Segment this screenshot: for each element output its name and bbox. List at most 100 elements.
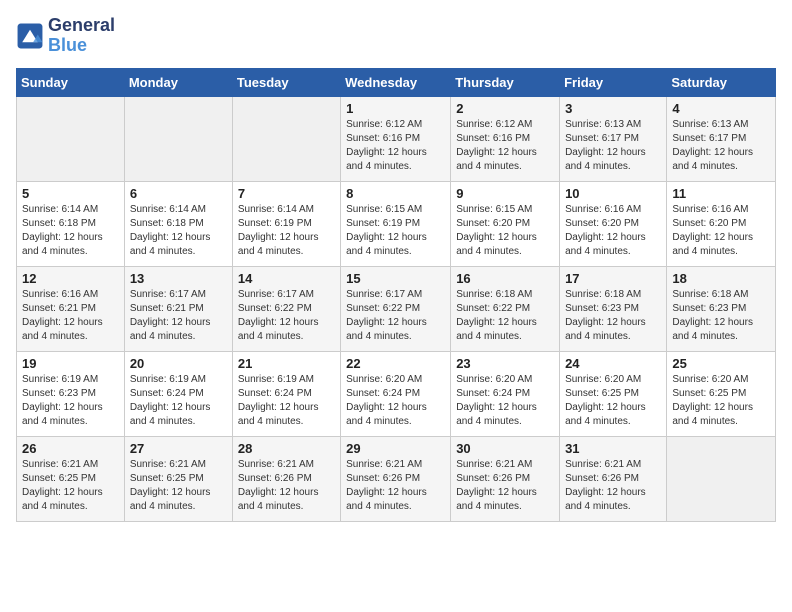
calendar-cell: 6 Sunrise: 6:14 AMSunset: 6:18 PMDaylight… [124, 181, 232, 266]
calendar-cell: 21 Sunrise: 6:19 AMSunset: 6:24 PMDayligh… [232, 351, 340, 436]
day-info: Sunrise: 6:14 AMSunset: 6:18 PMDaylight:… [22, 203, 119, 259]
day-number: 19 [22, 356, 119, 371]
calendar-cell: 4 Sunrise: 6:13 AMSunset: 6:17 PMDaylight… [667, 96, 776, 181]
day-number: 3 [565, 101, 661, 116]
day-info: Sunrise: 6:18 AMSunset: 6:23 PMDaylight:… [565, 288, 661, 344]
weekday-header: Tuesday [232, 68, 340, 96]
calendar-cell: 25 Sunrise: 6:20 AMSunset: 6:25 PMDayligh… [667, 351, 776, 436]
calendar-cell [667, 436, 776, 521]
calendar-cell: 27 Sunrise: 6:21 AMSunset: 6:25 PMDayligh… [124, 436, 232, 521]
calendar-cell: 14 Sunrise: 6:17 AMSunset: 6:22 PMDayligh… [232, 266, 340, 351]
day-info: Sunrise: 6:12 AMSunset: 6:16 PMDaylight:… [456, 118, 554, 174]
weekday-header: Saturday [667, 68, 776, 96]
calendar-cell: 30Sunrise: 6:21 AMSunset: 6:26 PMDayligh… [451, 436, 560, 521]
day-info: Sunrise: 6:19 AMSunset: 6:24 PMDaylight:… [238, 373, 335, 429]
calendar-week-row: 5 Sunrise: 6:14 AMSunset: 6:18 PMDaylight… [17, 181, 776, 266]
day-number: 12 [22, 271, 119, 286]
day-number: 11 [672, 186, 770, 201]
day-number: 28 [238, 441, 335, 456]
weekday-header-row: SundayMondayTuesdayWednesdayThursdayFrid… [17, 68, 776, 96]
day-number: 18 [672, 271, 770, 286]
day-number: 26 [22, 441, 119, 456]
weekday-header: Thursday [451, 68, 560, 96]
calendar-cell: 15Sunrise: 6:17 AMSunset: 6:22 PMDayligh… [341, 266, 451, 351]
calendar-cell: 7Sunrise: 6:14 AMSunset: 6:19 PMDaylight… [232, 181, 340, 266]
calendar-cell: 17 Sunrise: 6:18 AMSunset: 6:23 PMDayligh… [560, 266, 667, 351]
calendar-cell: 16Sunrise: 6:18 AMSunset: 6:22 PMDayligh… [451, 266, 560, 351]
day-info: Sunrise: 6:16 AMSunset: 6:20 PMDaylight:… [672, 203, 770, 259]
day-info: Sunrise: 6:17 AMSunset: 6:22 PMDaylight:… [238, 288, 335, 344]
day-info: Sunrise: 6:21 AMSunset: 6:25 PMDaylight:… [22, 458, 119, 514]
day-number: 1 [346, 101, 445, 116]
day-info: Sunrise: 6:17 AMSunset: 6:22 PMDaylight:… [346, 288, 445, 344]
day-number: 24 [565, 356, 661, 371]
day-info: Sunrise: 6:15 AMSunset: 6:19 PMDaylight:… [346, 203, 445, 259]
calendar-cell: 12 Sunrise: 6:16 AMSunset: 6:21 PMDayligh… [17, 266, 125, 351]
calendar-cell: 31Sunrise: 6:21 AMSunset: 6:26 PMDayligh… [560, 436, 667, 521]
calendar-cell [124, 96, 232, 181]
calendar-cell: 26 Sunrise: 6:21 AMSunset: 6:25 PMDayligh… [17, 436, 125, 521]
day-number: 30 [456, 441, 554, 456]
day-number: 22 [346, 356, 445, 371]
day-info: Sunrise: 6:21 AMSunset: 6:26 PMDaylight:… [346, 458, 445, 514]
day-info: Sunrise: 6:16 AMSunset: 6:21 PMDaylight:… [22, 288, 119, 344]
day-number: 20 [130, 356, 227, 371]
day-number: 4 [672, 101, 770, 116]
day-info: Sunrise: 6:20 AMSunset: 6:24 PMDaylight:… [346, 373, 445, 429]
day-info: Sunrise: 6:20 AMSunset: 6:25 PMDaylight:… [672, 373, 770, 429]
calendar-cell: 23 Sunrise: 6:20 AMSunset: 6:24 PMDayligh… [451, 351, 560, 436]
calendar-cell: 5 Sunrise: 6:14 AMSunset: 6:18 PMDaylight… [17, 181, 125, 266]
day-info: Sunrise: 6:15 AMSunset: 6:20 PMDaylight:… [456, 203, 554, 259]
day-info: Sunrise: 6:19 AMSunset: 6:24 PMDaylight:… [130, 373, 227, 429]
day-number: 16 [456, 271, 554, 286]
calendar-cell [17, 96, 125, 181]
day-number: 7 [238, 186, 335, 201]
day-info: Sunrise: 6:20 AMSunset: 6:24 PMDaylight:… [456, 373, 554, 429]
day-number: 10 [565, 186, 661, 201]
calendar-cell: 24 Sunrise: 6:20 AMSunset: 6:25 PMDayligh… [560, 351, 667, 436]
day-number: 5 [22, 186, 119, 201]
day-number: 17 [565, 271, 661, 286]
day-info: Sunrise: 6:19 AMSunset: 6:23 PMDaylight:… [22, 373, 119, 429]
day-info: Sunrise: 6:17 AMSunset: 6:21 PMDaylight:… [130, 288, 227, 344]
calendar-cell: 1 Sunrise: 6:12 AMSunset: 6:16 PMDaylight… [341, 96, 451, 181]
day-number: 8 [346, 186, 445, 201]
weekday-header: Monday [124, 68, 232, 96]
page-header: General Blue [16, 16, 776, 56]
calendar-week-row: 12 Sunrise: 6:16 AMSunset: 6:21 PMDayligh… [17, 266, 776, 351]
day-info: Sunrise: 6:13 AMSunset: 6:17 PMDaylight:… [672, 118, 770, 174]
day-number: 31 [565, 441, 661, 456]
calendar-cell: 11 Sunrise: 6:16 AMSunset: 6:20 PMDayligh… [667, 181, 776, 266]
day-info: Sunrise: 6:20 AMSunset: 6:25 PMDaylight:… [565, 373, 661, 429]
calendar-cell: 10Sunrise: 6:16 AMSunset: 6:20 PMDayligh… [560, 181, 667, 266]
day-info: Sunrise: 6:21 AMSunset: 6:25 PMDaylight:… [130, 458, 227, 514]
logo-text: General Blue [48, 16, 115, 56]
day-number: 25 [672, 356, 770, 371]
calendar-cell: 18Sunrise: 6:18 AMSunset: 6:23 PMDayligh… [667, 266, 776, 351]
calendar-cell: 28Sunrise: 6:21 AMSunset: 6:26 PMDayligh… [232, 436, 340, 521]
calendar-table: SundayMondayTuesdayWednesdayThursdayFrid… [16, 68, 776, 522]
calendar-week-row: 1 Sunrise: 6:12 AMSunset: 6:16 PMDaylight… [17, 96, 776, 181]
calendar-cell: 8 Sunrise: 6:15 AMSunset: 6:19 PMDaylight… [341, 181, 451, 266]
logo: General Blue [16, 16, 115, 56]
calendar-cell: 2 Sunrise: 6:12 AMSunset: 6:16 PMDaylight… [451, 96, 560, 181]
logo-icon [16, 22, 44, 50]
calendar-cell: 20 Sunrise: 6:19 AMSunset: 6:24 PMDayligh… [124, 351, 232, 436]
calendar-cell: 29 Sunrise: 6:21 AMSunset: 6:26 PMDayligh… [341, 436, 451, 521]
calendar-week-row: 19 Sunrise: 6:19 AMSunset: 6:23 PMDayligh… [17, 351, 776, 436]
day-number: 23 [456, 356, 554, 371]
weekday-header: Friday [560, 68, 667, 96]
day-info: Sunrise: 6:14 AMSunset: 6:18 PMDaylight:… [130, 203, 227, 259]
calendar-cell: 22 Sunrise: 6:20 AMSunset: 6:24 PMDayligh… [341, 351, 451, 436]
day-info: Sunrise: 6:13 AMSunset: 6:17 PMDaylight:… [565, 118, 661, 174]
day-number: 2 [456, 101, 554, 116]
day-number: 14 [238, 271, 335, 286]
day-info: Sunrise: 6:12 AMSunset: 6:16 PMDaylight:… [346, 118, 445, 174]
weekday-header: Wednesday [341, 68, 451, 96]
day-number: 29 [346, 441, 445, 456]
calendar-cell: 19 Sunrise: 6:19 AMSunset: 6:23 PMDayligh… [17, 351, 125, 436]
day-number: 21 [238, 356, 335, 371]
day-number: 27 [130, 441, 227, 456]
calendar-cell: 3 Sunrise: 6:13 AMSunset: 6:17 PMDaylight… [560, 96, 667, 181]
day-number: 6 [130, 186, 227, 201]
